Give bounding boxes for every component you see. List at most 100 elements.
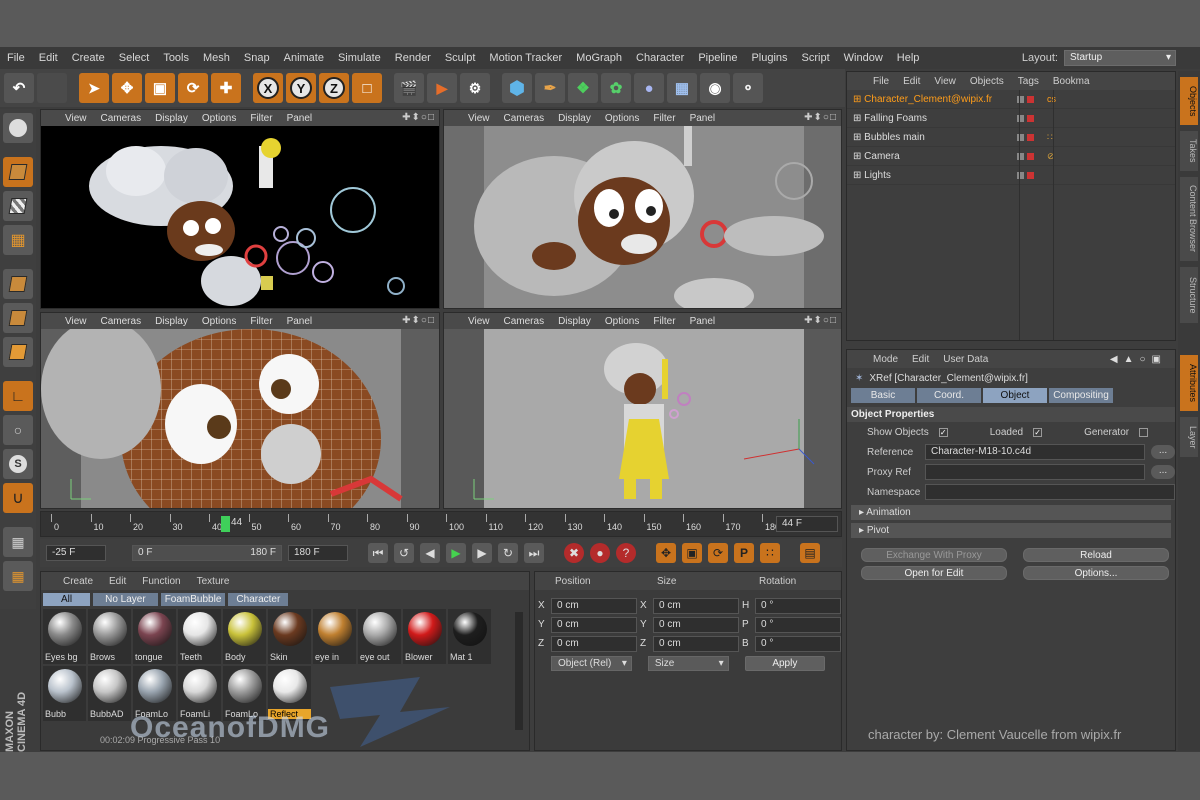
vp-menu-options[interactable]: Options	[202, 316, 236, 327]
menu-create[interactable]: Create	[65, 52, 112, 64]
object-row[interactable]: ⊞ Character_Clement@wipix.fr cs	[847, 90, 1175, 109]
next-frame-button[interactable]: ▶	[472, 543, 492, 563]
om-menu-objects[interactable]: Objects	[970, 76, 1004, 87]
material-swatch[interactable]: eye out	[358, 609, 401, 664]
autokey-button[interactable]: ●	[590, 543, 610, 563]
axis-mode-button[interactable]: ∟	[3, 381, 33, 411]
playhead[interactable]	[221, 516, 230, 532]
exchange-with-proxy-button[interactable]: Exchange With Proxy	[861, 548, 1007, 562]
key-pla-button[interactable]: ∷	[760, 543, 780, 563]
rotation-b-field[interactable]: 0 °	[755, 635, 841, 652]
add-tool-button[interactable]: ✚	[211, 73, 241, 103]
loaded-checkbox[interactable]: ✓	[1033, 427, 1043, 437]
viewport-top[interactable]: View Cameras Display Options Filter Pane…	[443, 109, 842, 309]
deformer-button[interactable]: ●	[634, 73, 664, 103]
light-button[interactable]: ⚬	[733, 73, 763, 103]
menu-snap[interactable]: Snap	[237, 52, 277, 64]
expand-icon[interactable]: ⊞	[853, 113, 864, 124]
tweak-mode-button[interactable]: ○	[3, 415, 33, 445]
material-swatch[interactable]: Reflect	[268, 666, 311, 721]
viewport-nav-icons[interactable]: ✚⬍○□	[402, 315, 435, 326]
vp-menu-display[interactable]: Display	[558, 113, 591, 124]
record-button[interactable]: ✖	[564, 543, 584, 563]
rotation-h-field[interactable]: 0 °	[755, 597, 841, 614]
next-key-button[interactable]: ↻	[498, 543, 518, 563]
previous-key-button[interactable]: ↺	[394, 543, 414, 563]
vp-menu-view[interactable]: View	[65, 113, 87, 124]
tab-objects[interactable]: Objects	[1180, 77, 1198, 125]
apply-button[interactable]: Apply	[744, 656, 825, 671]
preview-range-slider[interactable]: 0 F 180 F	[132, 545, 282, 561]
scale-tool-button[interactable]: ▣	[145, 73, 175, 103]
coordinate-system-button[interactable]: □	[352, 73, 382, 103]
previous-frame-button[interactable]: ◀	[420, 543, 440, 563]
menu-pipeline[interactable]: Pipeline	[691, 52, 744, 64]
max-frame-field[interactable]: 180 F	[288, 545, 348, 561]
polygons-mode-button[interactable]	[3, 337, 33, 367]
material-swatch[interactable]: Eyes bg	[43, 609, 86, 664]
om-menu-edit[interactable]: Edit	[903, 76, 920, 87]
am-menu-mode[interactable]: Mode	[873, 354, 898, 365]
menu-script[interactable]: Script	[795, 52, 837, 64]
material-swatch[interactable]: FoamLo	[223, 666, 266, 721]
menu-sculpt[interactable]: Sculpt	[438, 52, 483, 64]
vp-menu-filter[interactable]: Filter	[653, 113, 675, 124]
object-row[interactable]: ⊞ Bubbles main ∷	[847, 128, 1175, 147]
vp-menu-options[interactable]: Options	[202, 113, 236, 124]
snap-button[interactable]: ∪	[3, 483, 33, 513]
mat-menu-function[interactable]: Function	[142, 576, 180, 587]
tab-compositing[interactable]: Compositing	[1049, 388, 1113, 403]
workplane-mode-button[interactable]: ▦	[3, 225, 33, 255]
material-swatch[interactable]: Skin	[268, 609, 311, 664]
menu-window[interactable]: Window	[837, 52, 890, 64]
menu-file[interactable]: File	[0, 52, 32, 64]
position-x-field[interactable]: 0 cm	[551, 597, 637, 614]
filter-no-layer[interactable]: No Layer	[93, 593, 158, 606]
z-axis-button[interactable]: Z	[319, 73, 349, 103]
material-swatch[interactable]: Body	[223, 609, 266, 664]
visibility-flags[interactable]	[1017, 114, 1047, 122]
vp-menu-display[interactable]: Display	[155, 113, 188, 124]
animation-fold[interactable]: ▸ Animation	[851, 505, 1171, 520]
go-to-end-button[interactable]: ⏭	[524, 543, 544, 563]
tab-coord[interactable]: Coord.	[917, 388, 981, 403]
menu-select[interactable]: Select	[112, 52, 157, 64]
viewport-nav-icons[interactable]: ✚⬍○□	[804, 112, 837, 123]
vp-menu-panel[interactable]: Panel	[690, 113, 716, 124]
om-menu-view[interactable]: View	[934, 76, 956, 87]
render-picture-viewer-button[interactable]: ▶	[427, 73, 457, 103]
subdivision-button[interactable]: ❖	[568, 73, 598, 103]
reference-field[interactable]: Character-M18-10.c4d	[925, 444, 1145, 460]
current-frame-field[interactable]: 44 F	[776, 516, 838, 532]
om-menu-tags[interactable]: Tags	[1018, 76, 1039, 87]
vp-menu-display[interactable]: Display	[558, 316, 591, 327]
material-swatch[interactable]: eye in	[313, 609, 356, 664]
vp-menu-panel[interactable]: Panel	[690, 316, 716, 327]
vp-menu-cameras[interactable]: Cameras	[504, 113, 545, 124]
tab-layer[interactable]: Layer	[1180, 417, 1198, 457]
show-objects-checkbox[interactable]: ✓	[938, 427, 948, 437]
mat-menu-texture[interactable]: Texture	[197, 576, 230, 587]
proxy-ref-field[interactable]	[925, 464, 1145, 480]
y-axis-button[interactable]: Y	[286, 73, 316, 103]
namespace-field[interactable]	[925, 484, 1175, 500]
expand-icon[interactable]: ⊞	[853, 94, 864, 105]
solo-mode-button[interactable]: S	[3, 449, 33, 479]
menu-simulate[interactable]: Simulate	[331, 52, 388, 64]
tab-structure[interactable]: Structure	[1180, 267, 1198, 323]
expand-icon[interactable]: ⊞	[853, 170, 864, 181]
edges-mode-button[interactable]	[3, 303, 33, 333]
material-scrollbar[interactable]	[515, 612, 523, 730]
visibility-flags[interactable]	[1017, 171, 1047, 179]
menu-help[interactable]: Help	[890, 52, 927, 64]
menu-animate[interactable]: Animate	[277, 52, 331, 64]
visibility-flags[interactable]	[1017, 152, 1047, 160]
vp-menu-display[interactable]: Display	[155, 316, 188, 327]
locked-workplane-button[interactable]: ▦	[3, 527, 33, 557]
options-button[interactable]: Options...	[1023, 566, 1169, 580]
go-to-start-button[interactable]: ⏮	[368, 543, 388, 563]
vp-menu-options[interactable]: Options	[605, 316, 639, 327]
menu-plugins[interactable]: Plugins	[744, 52, 794, 64]
play-button[interactable]: ▶	[446, 543, 466, 563]
planar-workplane-button[interactable]: ▦	[3, 561, 33, 591]
